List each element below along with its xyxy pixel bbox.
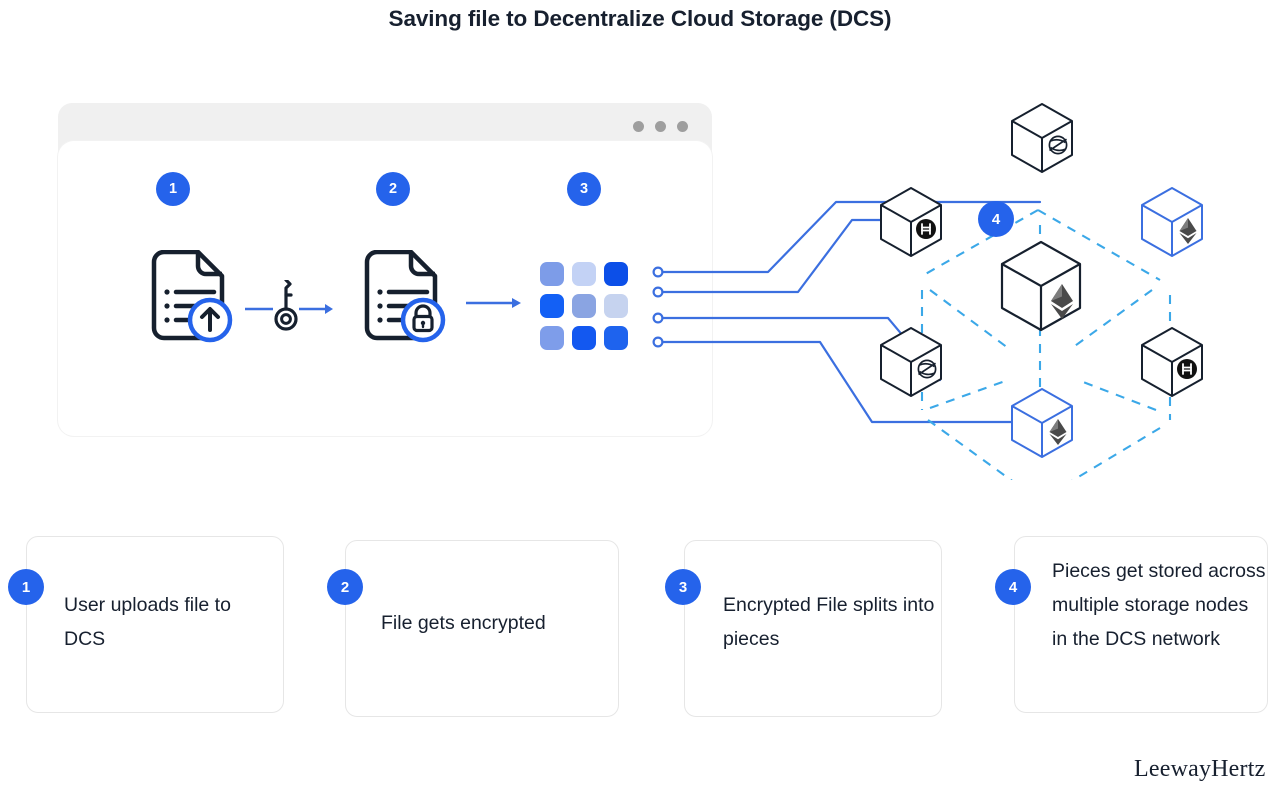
node-left-lower-stellar-cube: [878, 326, 944, 403]
pixel-cell-7: [540, 326, 564, 350]
arrow-right-icon: [466, 296, 522, 315]
file-upload-icon: [144, 249, 240, 355]
legend-text-1: User uploads file to DCS: [64, 594, 231, 650]
dcs-network-graph: [640, 90, 1280, 489]
legend-text-3: Encrypted File splits into pieces: [723, 594, 935, 650]
node-left-upper-hedera-cube: [878, 186, 944, 263]
page-title: Saving file to Decentralize Cloud Storag…: [388, 6, 892, 31]
pixel-cell-4: [540, 294, 564, 318]
pixel-cell-6: [604, 294, 628, 318]
pixel-cell-5: [572, 294, 596, 318]
node-center-ethereum-cube: [998, 240, 1084, 337]
step-badge-3: 3: [567, 172, 601, 206]
legend-badge-3: 3: [665, 569, 701, 605]
legend-text-4: Pieces get stored across multiple storag…: [1052, 560, 1266, 650]
pixel-cell-8: [572, 326, 596, 350]
pixel-cell-3: [604, 262, 628, 286]
connector-ports: [652, 266, 664, 348]
file-lock-icon: [357, 249, 453, 355]
key-icon: [245, 278, 333, 341]
node-right-lower-hedera-cube: [1139, 326, 1205, 403]
pixel-cell-2: [572, 262, 596, 286]
diagram-canvas: Saving file to Decentralize Cloud Storag…: [0, 0, 1280, 788]
legend-badge-4: 4: [995, 569, 1031, 605]
pixel-grid-icon: [540, 262, 628, 350]
node-right-upper-ethereum-cube: [1139, 186, 1205, 263]
node-bottom-ethereum-cube: [1009, 387, 1075, 464]
node-top-stellar-cube: [1009, 102, 1075, 179]
brand-logo: LeewayHertz: [1134, 756, 1266, 782]
legend-badge-2: 2: [327, 569, 363, 605]
legend-badge-1: 1: [8, 569, 44, 605]
step-badge-1: 1: [156, 172, 190, 206]
pixel-cell-1: [540, 262, 564, 286]
pixel-cell-9: [604, 326, 628, 350]
step-badge-2: 2: [376, 172, 410, 206]
network-step-badge-4: 4: [978, 201, 1014, 237]
legend-text-2: File gets encrypted: [381, 612, 546, 634]
